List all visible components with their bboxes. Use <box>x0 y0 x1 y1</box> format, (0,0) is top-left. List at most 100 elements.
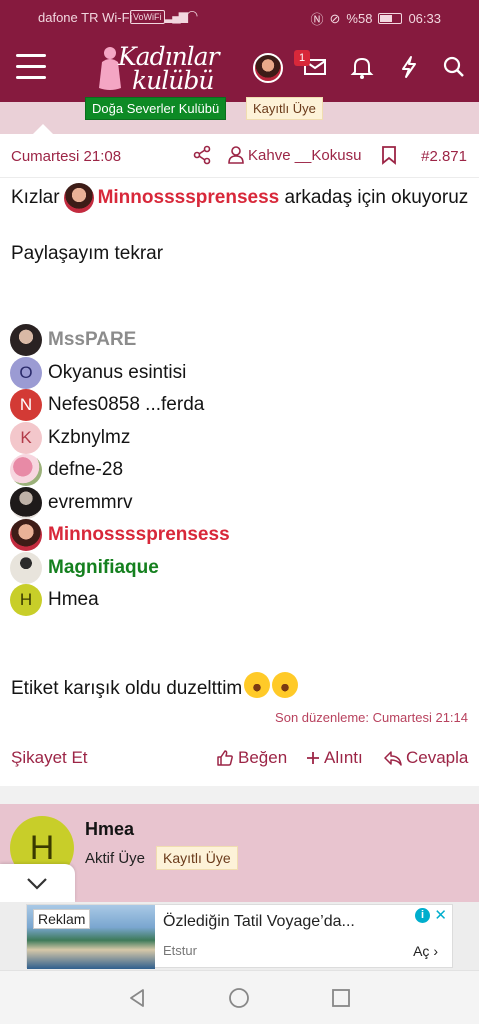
bookmark-icon[interactable] <box>381 145 397 165</box>
laughing-emoji-icon <box>244 672 271 698</box>
signal-icon: ▂▄▆ <box>165 9 188 23</box>
intro-prefix: Kızlar <box>11 187 60 208</box>
logo-line2: kulübü <box>132 66 214 95</box>
tagged-user-name: Hmea <box>48 589 99 611</box>
tagged-user-name: evremmrv <box>48 491 133 513</box>
chevron-down-icon <box>27 878 47 890</box>
avatar <box>10 454 42 487</box>
plus-icon <box>307 752 319 764</box>
clock: 06:33 <box>408 11 441 26</box>
mute-icon: ⊘ <box>329 10 341 26</box>
tagged-user-name: Minnossssprensess <box>48 524 230 546</box>
app-header: Kadınlar kulübü 1 <box>0 34 479 102</box>
tagged-user-name: Kzbnylmz <box>48 426 131 448</box>
ad-label: Reklam <box>33 909 91 929</box>
bell-icon[interactable] <box>349 54 375 80</box>
menu-icon[interactable] <box>16 54 46 80</box>
share-again-text: Paylaşayım tekrar <box>11 243 164 264</box>
quote-label: Alıntı <box>324 748 363 767</box>
list-item[interactable]: H Hmea <box>10 584 470 617</box>
ad-open-button[interactable]: Aç › <box>413 943 438 959</box>
member-status-badge: Kayıtlı Üye <box>246 97 323 120</box>
tagged-user-name: Magnifiaque <box>48 556 159 578</box>
tagged-user-name: MssPARE <box>48 329 137 351</box>
closing-line: Etiket karışık oldu duzelttim <box>11 672 299 700</box>
author-strip <box>0 102 479 134</box>
collapse-button[interactable] <box>0 864 75 902</box>
edited-note: Son düzenleme: Cumartesi 21:14 <box>275 710 468 725</box>
reply-button[interactable]: Cevapla <box>384 748 468 768</box>
intro-suffix: arkadaş için okuyoruz <box>284 187 469 208</box>
user-avatar[interactable] <box>253 53 283 83</box>
system-nav-bar <box>0 970 479 1024</box>
ad-open-label: Aç <box>413 943 430 959</box>
mention-link[interactable]: Minnossssprensess <box>98 187 280 208</box>
list-item[interactable]: defne-28 <box>10 454 470 487</box>
post-meta: Cumartesi 21:08 Kahve __Kokusu #2.871 <box>0 134 479 178</box>
post: Cumartesi 21:08 Kahve __Kokusu #2.871 Kı… <box>0 134 479 786</box>
post-separator <box>0 786 479 804</box>
intro-line: Kızlar Minnossssprensess arkadaş için oku… <box>11 182 471 214</box>
list-item[interactable]: MssPARE <box>10 324 470 357</box>
home-icon[interactable] <box>228 987 250 1009</box>
share-icon[interactable] <box>192 145 212 165</box>
reactor-link[interactable]: Kahve __Kokusu <box>228 146 361 164</box>
list-item[interactable]: N Nefes0858 ...ferda <box>10 389 470 422</box>
author-role: Aktif Üye <box>85 850 146 867</box>
thumbs-up-icon <box>217 750 233 766</box>
ad-info-icon[interactable]: i <box>415 908 430 923</box>
battery-percent: %58 <box>346 11 373 26</box>
status-right: Ⓝ ⊘ %58 06:33 <box>311 9 442 28</box>
status-bar: dafone TR Wi-Fi VoWiFi ▂▄▆ ◠ Ⓝ ⊘ %58 06:… <box>0 0 479 34</box>
tagged-user-name: defne-28 <box>48 459 124 481</box>
mention-avatar[interactable] <box>63 182 94 213</box>
like-label: Beğen <box>238 748 288 767</box>
avatar: H <box>10 584 42 617</box>
message-badge: 1 <box>294 50 310 66</box>
post-number[interactable]: #2.871 <box>421 148 467 165</box>
bolt-icon[interactable] <box>396 54 422 80</box>
avatar <box>10 519 42 552</box>
list-item[interactable]: evremmrv <box>10 486 470 520</box>
recents-icon[interactable] <box>330 987 352 1009</box>
back-icon[interactable] <box>126 987 148 1009</box>
list-item[interactable]: Magnifiaque <box>10 551 470 585</box>
user-icon <box>228 146 244 164</box>
battery-icon <box>378 13 403 24</box>
ad-title[interactable]: Özlediğin Tatil Voyage’da... <box>163 913 355 931</box>
like-button[interactable]: Beğen <box>216 748 287 768</box>
avatar <box>10 324 42 357</box>
ad-banner[interactable]: Reklam Özlediğin Tatil Voyage’da... Etst… <box>26 904 453 969</box>
tagged-user-name: Nefes0858 ...ferda <box>48 394 205 416</box>
post-body: Kızlar Minnossssprensess arkadaş için oku… <box>11 182 471 270</box>
member-status-badge: Kayıtlı Üye <box>156 846 238 870</box>
list-item[interactable]: Minnossssprensess <box>10 519 470 552</box>
site-logo[interactable]: Kadınlar kulübü <box>96 40 226 96</box>
ad-close-icon[interactable]: ✕ <box>434 906 447 924</box>
search-icon[interactable] <box>441 54 467 80</box>
quote-button[interactable]: Alıntı <box>306 748 363 768</box>
report-button[interactable]: Şikayet Et <box>11 748 88 768</box>
post-date[interactable]: Cumartesi 21:08 <box>11 148 121 165</box>
avatar: O <box>10 356 42 389</box>
reactor-name: Kahve __Kokusu <box>248 146 362 164</box>
avatar <box>10 486 42 519</box>
avatar <box>10 551 42 584</box>
reply-icon <box>384 751 402 766</box>
carrier-label: dafone TR Wi-Fi <box>38 10 133 25</box>
tagged-user-name: Okyanus esintisi <box>48 361 187 383</box>
tagged-users-list: MssPARE O Okyanus esintisi N Nefes0858 .… <box>10 324 470 617</box>
avatar: N <box>10 389 42 422</box>
group-badge: Doğa Severler Kulübü <box>85 97 227 120</box>
ad-source: Etstur <box>163 943 197 958</box>
avatar: K <box>10 421 42 454</box>
laughing-emoji-icon <box>272 672 299 698</box>
post-actions: Şikayet Et Beğen Alıntı Cevapla <box>0 738 479 778</box>
list-item[interactable]: K Kzbnylmz <box>10 421 470 455</box>
wifi-icon: ◠ <box>186 7 199 23</box>
nfc-icon: Ⓝ <box>310 12 324 27</box>
reply-label: Cevapla <box>406 748 469 767</box>
author-name[interactable]: Hmea <box>85 819 134 840</box>
closing-text: Etiket karışık oldu duzelttim <box>11 678 243 699</box>
list-item[interactable]: O Okyanus esintisi <box>10 356 470 390</box>
